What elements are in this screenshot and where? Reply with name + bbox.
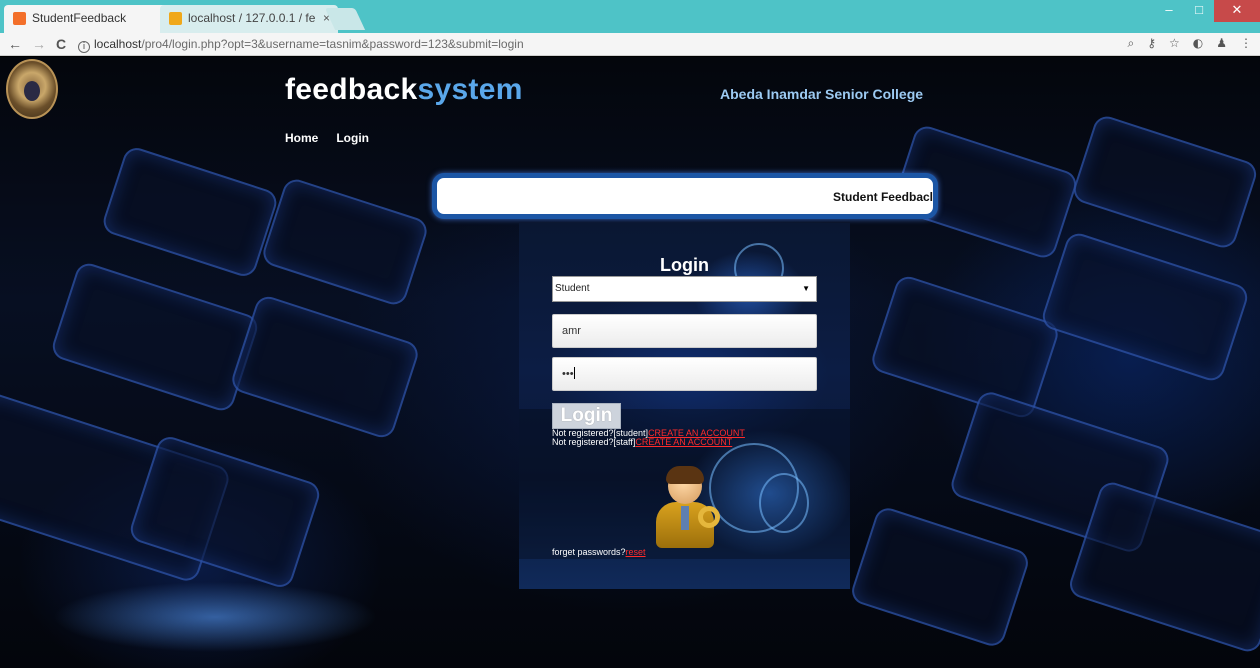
decorative-swirl [759,473,809,533]
avatar-tie [681,506,689,530]
star-icon[interactable]: ☆ [1169,36,1180,51]
password-field[interactable]: ••• [552,357,817,391]
address-bar[interactable]: i localhost/pro4/login.php?opt=3&username… [78,35,1088,53]
tab-studentfeedback[interactable]: StudentFeedback × [4,5,181,33]
site-brand: feedbacksystem [285,73,523,107]
nav-login-link[interactable]: Login [336,131,369,145]
background-key [848,504,1032,650]
close-window-button[interactable]: ✕ [1214,0,1260,22]
background-key [49,260,261,414]
url-path: /pro4/login.php?opt=3&username=tasnim&pa… [141,37,524,51]
info-icon[interactable]: i [78,41,90,53]
maximize-button[interactable]: □ [1184,0,1214,22]
phpmyadmin-favicon-icon [169,12,182,25]
username-field[interactable]: amr [552,314,817,348]
key-icon [698,506,720,528]
login-button[interactable]: Login [552,403,621,429]
login-title: Login [660,255,709,275]
forgot-password-row: forget passwords?reset [552,547,646,557]
background-key [228,293,422,441]
tab-phpmyadmin[interactable]: localhost / 127.0.0.1 / fe × [160,5,338,33]
avatar-hair [666,466,704,484]
background-key [1070,112,1260,252]
back-arrow-icon[interactable]: ← [8,36,22,52]
tab-title: StudentFeedback [32,11,127,25]
reload-icon[interactable]: C [56,36,66,52]
role-select[interactable]: Student ▼ [552,276,817,302]
brand-part2: system [417,73,523,106]
forward-arrow-icon[interactable]: → [32,36,46,52]
college-name: Abeda Inamdar Senior College [720,86,924,102]
username-value: amr [562,325,581,337]
incognito-icon[interactable]: ♟ [1216,36,1227,51]
key-icon[interactable]: ⚷ [1147,36,1156,51]
background-key [259,176,431,308]
minimize-button[interactable]: – [1154,0,1184,22]
browser-tabstrip: StudentFeedback × localhost / 127.0.0.1 … [0,0,1260,33]
zoom-icon[interactable]: ⌕ [1127,36,1134,51]
create-account-staff-link[interactable]: CREATE AN ACCOUNT [635,437,732,447]
extension-icon[interactable]: ◐ [1193,36,1203,51]
announcement-marquee: Student Feedbacl [432,173,938,219]
background-key [1066,479,1260,655]
reset-password-link[interactable]: reset [626,547,646,557]
menu-icon[interactable]: ⋮ [1240,36,1252,51]
college-logo [6,59,58,119]
login-panel: Login Student ▼ amr ••• Login Not regist… [519,223,850,589]
background-key [1039,230,1251,384]
user-key-illustration [654,466,729,548]
register-staff-text: Not registered?[staff] [552,437,636,447]
window-controls: – □ ✕ [1154,0,1260,24]
role-select-value: Student [555,283,590,294]
tab-title: localhost / 127.0.0.1 / fe [188,11,316,25]
password-value: ••• [562,368,574,380]
favicon-icon [13,12,26,25]
dropdown-arrow-icon: ▼ [802,284,810,293]
top-nav: Home Login [285,131,369,145]
background-key [100,144,280,280]
register-staff-row: Not registered?[staff]CREATE AN ACCOUNT [552,437,732,447]
background-key [868,273,1062,421]
page-background: feedbacksystem Abeda Inamdar Senior Coll… [0,57,1260,668]
toolbar-icons: ⌕ ⚷ ☆ ◐ ♟ ⋮ [1127,36,1252,51]
browser-toolbar: ← → C i localhost/pro4/login.php?opt=3&us… [0,33,1260,56]
brand-part1: feedback [285,73,418,106]
forgot-text: forget passwords? [552,547,626,557]
marquee-text: Student Feedbacl [832,190,933,204]
text-cursor [573,367,575,379]
nav-home-link[interactable]: Home [285,131,318,145]
url-host: localhost [94,37,142,51]
